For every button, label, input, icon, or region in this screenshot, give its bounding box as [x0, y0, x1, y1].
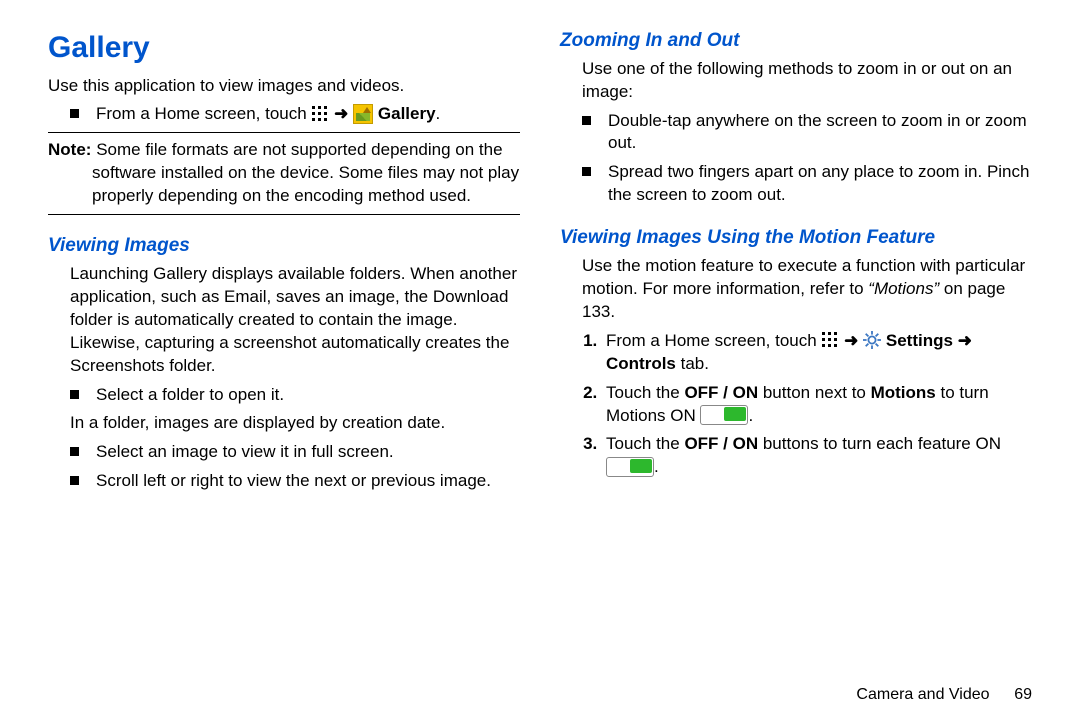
zoom-bullet-1: Double-tap anywhere on the screen to zoo… — [582, 110, 1032, 156]
bullet-scroll: Scroll left or right to view the next or… — [70, 470, 520, 493]
intro-text: Use this application to view images and … — [48, 75, 520, 98]
gallery-label: Gallery — [378, 104, 436, 123]
apps-icon — [311, 105, 329, 123]
motion-intro: Use the motion feature to execute a func… — [560, 255, 1032, 324]
settings-icon — [863, 331, 881, 349]
note-label: Note: — [48, 140, 91, 159]
s3c: buttons to turn each feature ON — [758, 434, 1001, 453]
left-column: Gallery Use this application to view ima… — [48, 28, 520, 680]
tab-word: tab — [676, 354, 704, 373]
section-title: Gallery — [48, 28, 520, 69]
s3d: . — [654, 457, 659, 476]
s3b: OFF / ON — [684, 434, 758, 453]
bullet-select-folder: Select a folder to open it. — [70, 384, 520, 407]
gallery-icon — [353, 104, 373, 124]
zoom-intro: Use one of the following methods to zoom… — [560, 58, 1032, 104]
motion-ref: “Motions” — [868, 279, 939, 298]
nav-step: From a Home screen, touch ➜ Gallery. — [70, 103, 520, 126]
chapter-name: Camera and Video — [856, 686, 989, 703]
zoom-bullet-2: Spread two fingers apart on any place to… — [582, 161, 1032, 207]
s2c: button next to — [758, 383, 870, 402]
viewing-bullets-2: Select an image to view it in full scree… — [48, 441, 520, 493]
right-column: Zooming In and Out Use one of the follow… — [560, 28, 1032, 680]
apps-icon — [821, 331, 839, 349]
s2d: Motions — [871, 383, 936, 402]
page-number: 69 — [994, 686, 1032, 704]
manual-page: Gallery Use this application to view ima… — [0, 0, 1080, 720]
toggle-on-icon — [700, 405, 748, 425]
after-folder-text: In a folder, images are displayed by cre… — [48, 412, 520, 435]
viewing-bullets-1: Select a folder to open it. — [48, 384, 520, 407]
motion-step-2: Touch the OFF / ON button next to Motion… — [602, 382, 1032, 428]
zooming-heading: Zooming In and Out — [560, 28, 1032, 54]
arrow-icon: ➜ — [958, 331, 972, 350]
two-column-layout: Gallery Use this application to view ima… — [48, 28, 1032, 680]
motion-step-3: Touch the OFF / ON buttons to turn each … — [602, 433, 1032, 479]
note-rule-top — [48, 132, 520, 133]
arrow-icon: ➜ — [334, 104, 348, 123]
s3a: Touch the — [606, 434, 684, 453]
toggle-on-icon — [606, 457, 654, 477]
period: . — [704, 354, 709, 373]
motion-heading: Viewing Images Using the Motion Feature — [560, 225, 1032, 251]
note-text: Some file formats are not supported depe… — [92, 140, 519, 205]
page-footer: Camera and Video 69 — [48, 680, 1032, 704]
s2a: Touch the — [606, 383, 684, 402]
bullet-select-image: Select an image to view it in full scree… — [70, 441, 520, 464]
nav-step-prefix: From a Home screen, touch — [96, 104, 307, 123]
nav-step-list: From a Home screen, touch ➜ Gallery. — [48, 103, 520, 126]
settings-label: Settings — [886, 331, 953, 350]
note-rule-bottom — [48, 214, 520, 215]
note-block: Note: Some file formats are not supporte… — [48, 139, 520, 208]
period: . — [436, 104, 441, 123]
motion-steps: From a Home screen, touch ➜ Settings ➜ C… — [560, 330, 1032, 480]
controls-label: Controls — [606, 354, 676, 373]
arrow-icon: ➜ — [844, 331, 858, 350]
viewing-images-para: Launching Gallery displays available fol… — [48, 263, 520, 378]
viewing-images-heading: Viewing Images — [48, 233, 520, 259]
step1-prefix: From a Home screen, touch — [606, 331, 817, 350]
s2b: OFF / ON — [684, 383, 758, 402]
motion-step-1: From a Home screen, touch ➜ Settings ➜ C… — [602, 330, 1032, 376]
zoom-bullets: Double-tap anywhere on the screen to zoo… — [560, 110, 1032, 208]
s2f: . — [748, 406, 753, 425]
